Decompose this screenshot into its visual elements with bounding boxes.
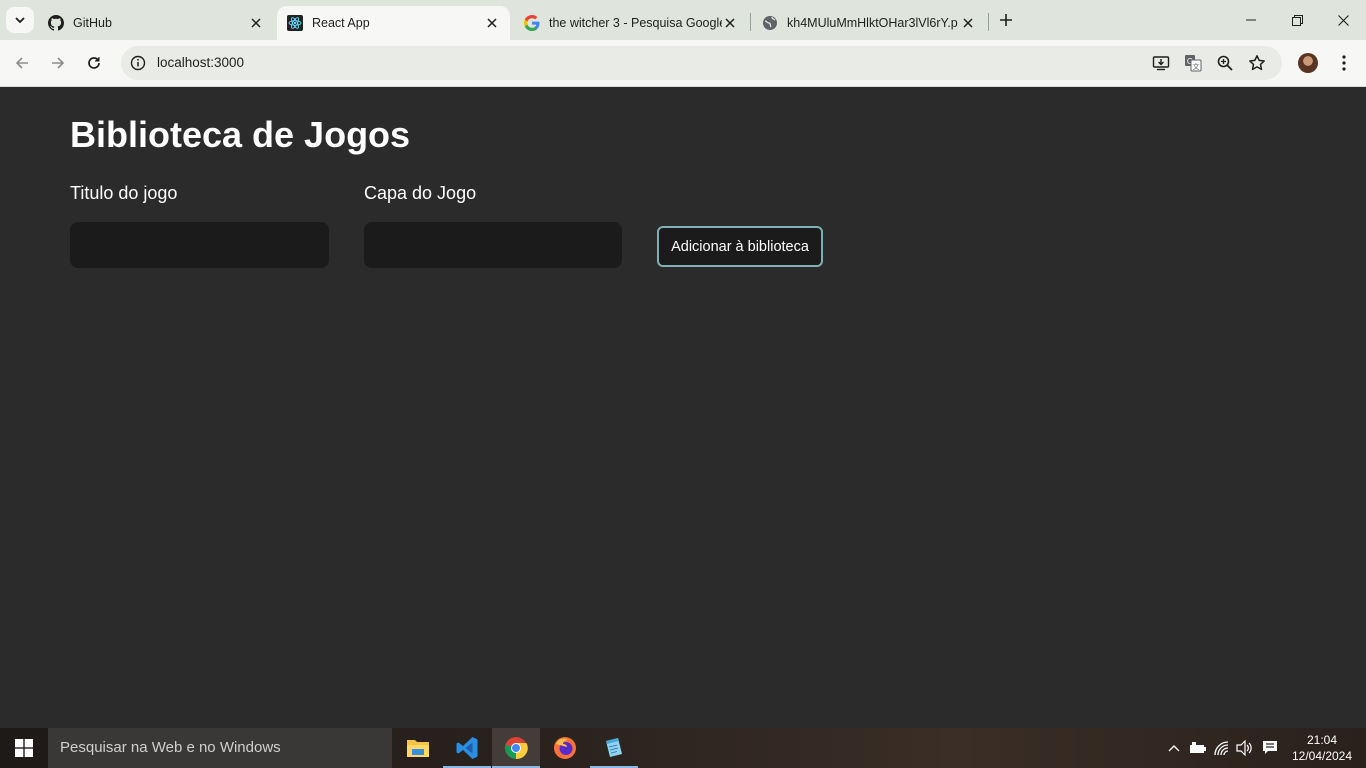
globe-icon bbox=[762, 15, 778, 31]
reload-button[interactable] bbox=[80, 49, 108, 77]
zoom-icon[interactable] bbox=[1216, 54, 1234, 72]
tab-image-url[interactable]: kh4MUluMmHlktOHar3lVl6rY.p bbox=[752, 6, 986, 40]
address-bar[interactable]: localhost:3000 G文 bbox=[121, 46, 1282, 80]
tab-google-search[interactable]: the witcher 3 - Pesquisa Google bbox=[514, 6, 748, 40]
minimize-button[interactable] bbox=[1228, 0, 1274, 40]
url-text[interactable]: localhost:3000 bbox=[157, 55, 244, 70]
file-explorer-icon bbox=[407, 740, 429, 757]
restore-button[interactable] bbox=[1274, 0, 1320, 40]
chevron-up-icon bbox=[1168, 745, 1180, 752]
notification-icon bbox=[1263, 741, 1277, 754]
taskbar-clock[interactable]: 21:04 12/04/2024 bbox=[1290, 732, 1354, 764]
volume-button[interactable] bbox=[1235, 738, 1255, 758]
menu-button[interactable] bbox=[1334, 53, 1354, 73]
minimize-icon bbox=[1246, 19, 1256, 21]
close-icon[interactable] bbox=[248, 15, 264, 31]
browser-toolbar: localhost:3000 G文 bbox=[0, 40, 1366, 87]
taskbar-app-chrome[interactable] bbox=[492, 728, 540, 768]
profile-avatar[interactable] bbox=[1298, 53, 1318, 73]
window-close-button[interactable] bbox=[1320, 0, 1366, 40]
github-icon bbox=[48, 15, 64, 31]
close-icon[interactable] bbox=[484, 15, 500, 31]
game-title-label: Titulo do jogo bbox=[70, 183, 178, 203]
wifi-icon bbox=[1214, 741, 1229, 756]
browser-tab-strip: GitHub React App the witcher 3 - Pesquis… bbox=[0, 0, 1366, 40]
react-icon bbox=[287, 15, 303, 31]
translate-icon[interactable]: G文 bbox=[1184, 54, 1202, 72]
taskbar-search-box[interactable]: Pesquisar na Web e no Windows bbox=[48, 728, 392, 768]
battery-button[interactable] bbox=[1188, 738, 1208, 758]
notification-center-button[interactable] bbox=[1260, 738, 1280, 758]
tab-title: GitHub bbox=[73, 16, 112, 30]
page-content: Biblioteca de Jogos Titulo do jogo Capa … bbox=[0, 87, 1366, 728]
taskbar-search-placeholder: Pesquisar na Web e no Windows bbox=[60, 739, 281, 756]
windows-icon bbox=[15, 739, 33, 757]
google-icon bbox=[524, 15, 540, 31]
restore-icon bbox=[1291, 14, 1303, 26]
tab-react-app[interactable]: React App bbox=[277, 6, 510, 40]
arrow-right-icon bbox=[52, 57, 65, 69]
bookmark-star-icon[interactable] bbox=[1248, 54, 1266, 72]
install-app-icon[interactable] bbox=[1152, 54, 1170, 72]
tab-separator bbox=[750, 13, 751, 31]
more-vertical-icon bbox=[1342, 55, 1346, 71]
tab-github[interactable]: GitHub bbox=[38, 6, 274, 40]
add-to-library-button[interactable]: Adicionar à biblioteca bbox=[657, 226, 823, 267]
tab-title: React App bbox=[312, 16, 370, 30]
page-title: Biblioteca de Jogos bbox=[70, 114, 411, 155]
close-icon bbox=[1337, 14, 1349, 26]
close-icon[interactable] bbox=[722, 15, 738, 31]
tab-search-button[interactable] bbox=[6, 7, 34, 33]
taskbar-app-vscode[interactable] bbox=[443, 728, 491, 768]
arrow-left-icon bbox=[15, 57, 28, 69]
forward-button[interactable] bbox=[44, 49, 72, 77]
new-tab-button[interactable] bbox=[994, 8, 1018, 32]
tab-title: the witcher 3 - Pesquisa Google bbox=[549, 16, 722, 30]
plus-icon bbox=[1000, 14, 1012, 26]
taskbar-app-notepad[interactable] bbox=[590, 728, 638, 768]
game-cover-input[interactable] bbox=[364, 222, 622, 268]
back-button[interactable] bbox=[8, 49, 36, 77]
game-cover-label: Capa do Jogo bbox=[364, 183, 477, 203]
tab-title: kh4MUluMmHlktOHar3lVl6rY.p bbox=[787, 16, 958, 30]
svg-text:文: 文 bbox=[1193, 62, 1200, 71]
clock-time: 21:04 bbox=[1306, 733, 1338, 747]
close-icon[interactable] bbox=[960, 15, 976, 31]
tab-separator bbox=[988, 13, 989, 31]
reload-icon bbox=[88, 57, 100, 69]
vscode-icon bbox=[456, 737, 478, 759]
show-hidden-icons-button[interactable] bbox=[1164, 738, 1184, 758]
chevron-down-icon bbox=[15, 17, 25, 23]
network-button[interactable] bbox=[1212, 738, 1232, 758]
firefox-icon bbox=[554, 737, 576, 759]
windows-taskbar: Pesquisar na Web e no Windows 21:04 12/0… bbox=[0, 728, 1366, 768]
game-title-input[interactable] bbox=[70, 222, 329, 268]
battery-icon bbox=[1190, 742, 1206, 753]
site-info-icon[interactable] bbox=[130, 55, 146, 71]
start-button[interactable] bbox=[0, 728, 48, 768]
speaker-icon bbox=[1236, 740, 1252, 756]
notepad-icon bbox=[606, 738, 622, 757]
taskbar-app-firefox[interactable] bbox=[541, 728, 589, 768]
clock-date: 12/04/2024 bbox=[1291, 749, 1353, 763]
taskbar-app-file-explorer[interactable] bbox=[394, 728, 442, 768]
chrome-icon bbox=[505, 737, 528, 760]
